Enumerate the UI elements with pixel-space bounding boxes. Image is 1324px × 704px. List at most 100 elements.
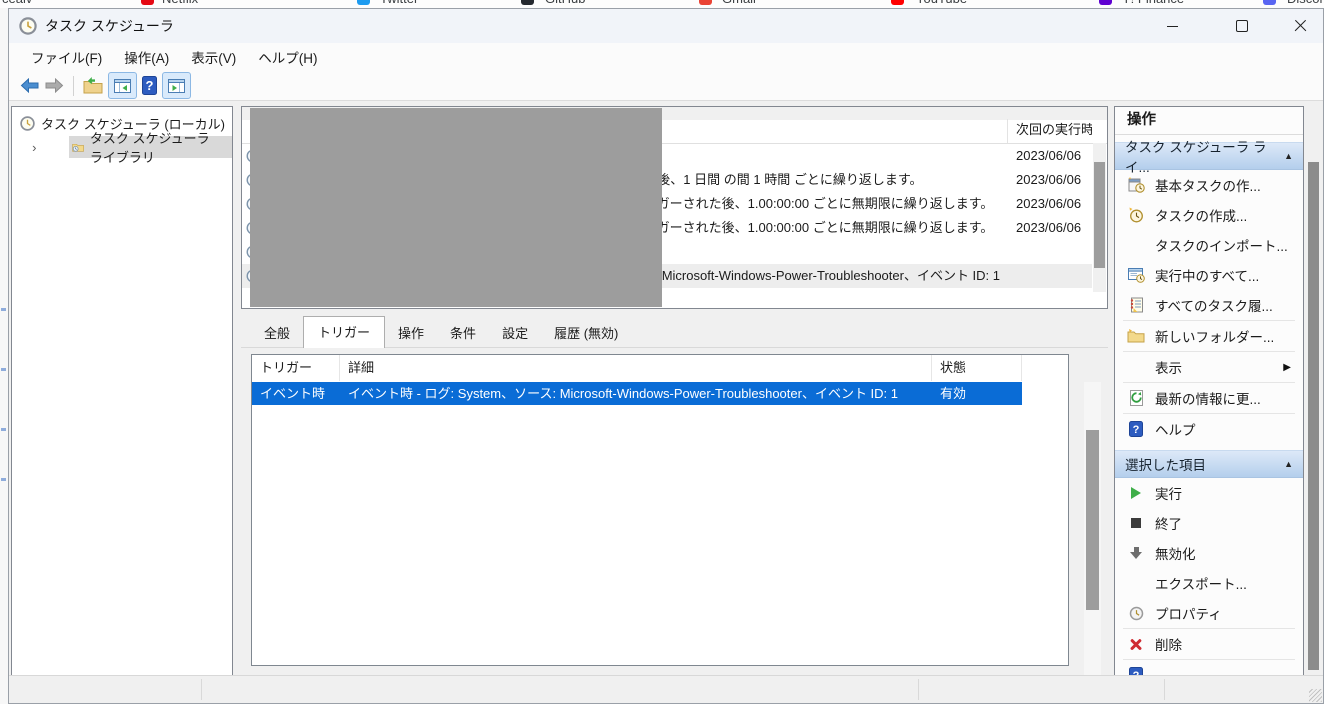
action-label: 最新の情報に更... — [1155, 388, 1261, 408]
close-button[interactable] — [1277, 9, 1323, 43]
action-export[interactable]: エクスポート... — [1115, 568, 1303, 598]
tab-actions[interactable]: 操作 — [385, 319, 437, 347]
action-pane-toggle-button[interactable] — [162, 72, 191, 99]
scrollbar-thumb[interactable] — [1308, 162, 1319, 670]
column-header-status[interactable]: 状態 — [932, 355, 1022, 381]
delete-icon — [1126, 637, 1146, 651]
task-next-run: 2023/06/06 — [1016, 216, 1092, 240]
resize-grip[interactable] — [1309, 689, 1322, 702]
tab-triggers[interactable]: トリガー — [303, 316, 385, 348]
forward-icon — [45, 78, 64, 93]
maximize-button[interactable] — [1219, 9, 1265, 43]
detail-pane: 全般 トリガー 操作 条件 設定 履歴 (無効) トリガー 詳細 状態 イベント… — [241, 319, 1108, 676]
tab-general[interactable]: 全般 — [251, 319, 303, 347]
actions-pane-scrollbar[interactable] — [1306, 106, 1321, 678]
tree-item-task-scheduler-library[interactable]: タスク スケジューラ ライブラリ — [69, 136, 232, 158]
forward-button[interactable] — [42, 73, 67, 99]
task-next-run: 2023/06/06 — [1016, 144, 1092, 168]
action-help[interactable]: ? ヘルプ — [1115, 414, 1303, 444]
menu-action[interactable]: 操作(A) — [113, 47, 180, 67]
basic-task-icon — [1126, 177, 1146, 193]
action-import-task[interactable]: タスクのインポート... — [1115, 230, 1303, 260]
detail-vertical-scrollbar[interactable] — [1084, 382, 1101, 692]
tab-conditions[interactable]: 条件 — [437, 319, 489, 347]
bookmark-item[interactable]: YouTube — [916, 0, 967, 6]
action-properties[interactable]: プロパティ — [1115, 598, 1303, 628]
app-clock-icon — [19, 17, 37, 35]
menu-view[interactable]: 表示(V) — [180, 47, 247, 67]
detail-tabs: 全般 トリガー 操作 条件 設定 履歴 (無効) — [241, 319, 1108, 347]
column-header-detail[interactable]: 詳細 — [340, 355, 932, 381]
action-end[interactable]: 終了 — [1115, 508, 1303, 538]
help-button[interactable]: ? — [139, 73, 160, 99]
import-task-button[interactable] — [80, 73, 106, 99]
console-tree-toggle-button[interactable] — [108, 72, 137, 99]
trigger-row-selected[interactable]: イベント時 イベント時 - ログ: System、ソース: Microsoft-… — [252, 382, 1022, 405]
tab-settings[interactable]: 設定 — [489, 319, 541, 347]
action-create-task[interactable]: タスクの作成... — [1115, 200, 1303, 230]
action-view[interactable]: 表示 ▶ — [1115, 352, 1303, 382]
youtube-icon — [891, 0, 904, 5]
back-button[interactable] — [17, 73, 42, 99]
menu-file[interactable]: ファイル(F) — [20, 47, 113, 67]
action-label: タスクのインポート... — [1155, 235, 1288, 255]
bookmark-item[interactable]: Netflix — [162, 0, 198, 6]
action-disable[interactable]: 無効化 — [1115, 538, 1303, 568]
bookmark-item[interactable]: Y! Finance — [1122, 0, 1184, 6]
scrollbar-thumb[interactable] — [250, 108, 662, 307]
tree-expand-chevron[interactable]: › — [30, 140, 39, 155]
menu-help[interactable]: ヘルプ(H) — [247, 47, 328, 67]
trigger-status: 有効 — [940, 382, 1018, 405]
close-icon — [1294, 20, 1307, 33]
clock-icon — [20, 116, 35, 131]
properties-icon — [1126, 606, 1146, 621]
tab-history[interactable]: 履歴 (無効) — [541, 319, 631, 347]
collapse-arrow-icon[interactable]: ▲ — [1284, 151, 1293, 161]
action-label: 実行 — [1155, 483, 1182, 503]
console-tree-icon — [114, 79, 131, 93]
action-run[interactable]: 実行 — [1115, 478, 1303, 508]
column-header-trigger[interactable]: トリガー — [252, 355, 340, 381]
end-icon — [1126, 518, 1146, 528]
action-enable-all-task-history[interactable]: すべてのタスク履... — [1115, 290, 1303, 320]
trigger-type: イベント時 — [260, 382, 340, 405]
scrollbar-thumb[interactable] — [1086, 430, 1099, 610]
action-label: すべてのタスク履... — [1155, 295, 1273, 315]
section-header-label: タスク スケジューラ ライ... — [1125, 136, 1284, 176]
collapse-arrow-icon[interactable]: ▲ — [1284, 459, 1293, 469]
section-header-label: 選択した項目 — [1125, 454, 1206, 474]
import-task-icon — [83, 77, 103, 94]
gmail-icon — [699, 0, 712, 5]
task-list-vertical-scrollbar[interactable] — [1093, 143, 1106, 292]
action-pane-icon — [168, 79, 185, 93]
triggers-table: トリガー 詳細 状態 イベント時 イベント時 - ログ: System、ソース:… — [251, 354, 1069, 666]
action-refresh[interactable]: 最新の情報に更... — [1115, 383, 1303, 413]
bookmark-item[interactable]: Twitter — [380, 0, 418, 6]
refresh-icon — [1126, 390, 1146, 406]
action-new-folder[interactable]: 新しいフォルダー... — [1115, 321, 1303, 351]
bookmark-item[interactable]: Discord — [1287, 0, 1324, 6]
run-icon — [1126, 487, 1146, 499]
running-tasks-icon — [1126, 268, 1146, 283]
yahoo-finance-icon — [1099, 0, 1112, 5]
task-scheduler-window: タスク スケジューラ ファイル(F) 操作(A) 表示(V) ヘルプ(H) — [8, 8, 1324, 704]
svg-text:?: ? — [1133, 424, 1140, 436]
action-display-running-tasks[interactable]: 実行中のすべて... — [1115, 260, 1303, 290]
task-next-run — [1016, 264, 1092, 288]
bookmark-item[interactable]: Gmail — [722, 0, 756, 6]
action-label: プロパティ — [1155, 603, 1222, 623]
bookmark-item[interactable]: GitHub — [545, 0, 585, 6]
bookmark-item[interactable]: ceaiv — [2, 0, 32, 6]
scrollbar-thumb[interactable] — [1094, 162, 1105, 268]
background-page-sliver — [0, 8, 8, 704]
action-label: エクスポート... — [1155, 573, 1247, 593]
section-header-selected-item[interactable]: 選択した項目 ▲ — [1115, 450, 1303, 478]
column-header-next-run[interactable]: 次回の実行時刻 — [1008, 119, 1092, 143]
caption-buttons — [1149, 9, 1323, 43]
minimize-button[interactable] — [1149, 9, 1195, 43]
section-header-library[interactable]: タスク スケジューラ ライ... ▲ — [1115, 142, 1303, 170]
action-label: ヘルプ — [1155, 419, 1196, 439]
action-delete[interactable]: 削除 — [1115, 629, 1303, 659]
trigger-detail: イベント時 - ログ: System、ソース: Microsoft-Window… — [348, 382, 928, 405]
create-task-icon — [1126, 207, 1146, 223]
